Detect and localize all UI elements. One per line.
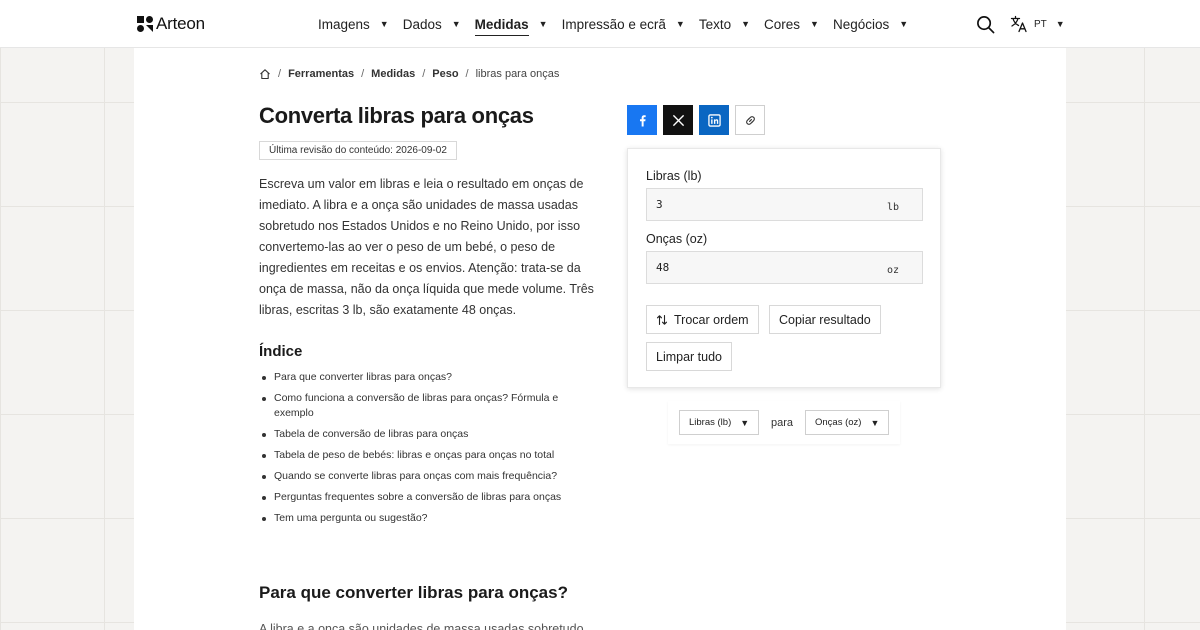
converter-panel: Libras (lb) lb Onças (oz) oz Trocar orde… [627, 148, 941, 388]
x-icon [672, 114, 684, 126]
caret-down-icon: ▼ [1055, 19, 1065, 29]
page-title: Converta libras para onças [259, 103, 534, 128]
caret-down-icon: ▼ [810, 19, 819, 29]
linkedin-icon [707, 113, 721, 127]
swap-order-button[interactable]: Trocar ordem [646, 305, 759, 334]
ounces-input[interactable] [647, 252, 877, 283]
nav-item-medidas[interactable]: Medidas ▼ [474, 12, 548, 36]
caret-down-icon: ▼ [870, 417, 880, 428]
table-of-contents: Para que converter libras para onças? Co… [259, 370, 589, 532]
language-code: PT [1034, 18, 1047, 30]
caret-down-icon: ▼ [451, 19, 461, 29]
from-unit-select[interactable]: Libras (lb) ▼ [679, 410, 760, 435]
toc-item[interactable]: Perguntas frequentes sobre a conversão d… [259, 490, 589, 505]
pounds-input[interactable] [647, 189, 877, 220]
toc-item[interactable]: Tabela de conversão de libras para onças [259, 427, 589, 442]
link-icon [745, 115, 755, 125]
clear-all-button[interactable]: Limpar tudo [646, 342, 733, 371]
facebook-icon [639, 114, 646, 127]
intro-text: Escreva um valor em libras e leia o resu… [259, 177, 594, 317]
breadcrumb-link[interactable]: Ferramentas [288, 68, 354, 80]
caret-down-icon: ▼ [899, 19, 909, 29]
toc-title: Índice [259, 343, 303, 360]
breadcrumb-separator: / [422, 68, 426, 80]
nav-item-label: Impressão e ecrã [561, 16, 666, 32]
nav-item-label: Dados [402, 16, 442, 32]
nav-item-label: Medidas [474, 16, 529, 36]
nav-item-negocios[interactable]: Negócios ▼ [833, 12, 908, 36]
section-text: A libra e a onça são unidades de massa u… [259, 622, 584, 630]
nav-item-label: Texto [698, 16, 732, 32]
swap-order-label: Trocar ordem [674, 312, 749, 327]
to-unit-value: Onças (oz) [815, 417, 862, 428]
copy-link-button[interactable] [735, 105, 765, 135]
share-linkedin-button[interactable] [699, 105, 729, 135]
caret-down-icon: ▼ [741, 19, 751, 29]
ounces-label: Onças (oz) [646, 232, 708, 246]
toc-item[interactable]: Tabela de peso de bebés: libras e onças … [259, 448, 589, 463]
copy-result-button[interactable]: Copiar resultado [769, 305, 881, 334]
swap-vertical-icon [656, 314, 668, 325]
breadcrumb-link[interactable]: Peso [432, 68, 458, 80]
translate-icon [1010, 15, 1027, 33]
nav-item-dados[interactable]: Dados ▼ [403, 12, 461, 36]
to-unit-select[interactable]: Onças (oz) ▼ [805, 410, 890, 435]
breadcrumb-separator: / [361, 68, 365, 80]
breadcrumb-link[interactable]: Medidas [371, 68, 415, 80]
caret-down-icon: ▼ [379, 19, 389, 29]
nav-item-imagens[interactable]: Imagens ▼ [318, 12, 389, 36]
logo-mark-icon [137, 16, 153, 32]
content-card: / Ferramentas / Medidas / Peso / libras … [134, 48, 1066, 630]
logo-text: Arteon [156, 14, 205, 33]
from-unit-value: Libras (lb) [689, 417, 732, 428]
nav-item-label: Cores [764, 16, 801, 32]
caret-down-icon: ▼ [740, 417, 750, 428]
revision-badge: Última revisão do conteúdo: 2026-09-02 [259, 141, 457, 160]
main-nav: Imagens ▼ Dados ▼ Medidas ▼ Impressão e … [318, 0, 922, 48]
breadcrumb-separator: / [465, 68, 469, 80]
caret-down-icon: ▼ [675, 19, 685, 29]
unit-connector: para [771, 417, 794, 429]
nav-item-label: Imagens [318, 16, 370, 32]
language-selector[interactable]: PT ▼ [1010, 14, 1065, 34]
toc-item[interactable]: Como funciona a conversão de libras para… [259, 391, 589, 421]
toc-item[interactable]: Para que converter libras para onças? [259, 370, 589, 385]
unit-selector-bar: Libras (lb) ▼ para Onças (oz) ▼ [668, 401, 900, 444]
nav-item-label: Negócios [832, 16, 890, 32]
logo[interactable]: Arteon [137, 14, 205, 34]
home-icon[interactable] [259, 68, 271, 80]
ounces-unit: oz [886, 265, 899, 276]
search-icon[interactable] [976, 15, 995, 34]
breadcrumb-separator: / [278, 68, 282, 80]
breadcrumb-current: libras para onças [475, 68, 560, 80]
toc-item[interactable]: Quando se converte libras para onças com… [259, 469, 589, 484]
pounds-unit: lb [886, 202, 899, 213]
nav-item-impressao-e-ecra[interactable]: Impressão e ecrã ▼ [562, 12, 685, 36]
share-x-button[interactable] [663, 105, 693, 135]
toc-item[interactable]: Tem uma pergunta ou sugestão? [259, 511, 589, 526]
top-header: Arteon Imagens ▼ Dados ▼ Medidas ▼ Impre… [0, 0, 1200, 48]
pounds-field-wrapper: lb [646, 188, 923, 221]
section-heading: Para que converter libras para onças? [259, 583, 568, 602]
ounces-field-wrapper: oz [646, 251, 923, 284]
pounds-label: Libras (lb) [646, 169, 702, 183]
caret-down-icon: ▼ [538, 19, 548, 29]
share-buttons [627, 105, 765, 135]
breadcrumb: / Ferramentas / Medidas / Peso / libras … [259, 68, 559, 80]
nav-item-cores[interactable]: Cores ▼ [764, 12, 819, 36]
nav-item-texto[interactable]: Texto ▼ [699, 12, 750, 36]
share-facebook-button[interactable] [627, 105, 657, 135]
